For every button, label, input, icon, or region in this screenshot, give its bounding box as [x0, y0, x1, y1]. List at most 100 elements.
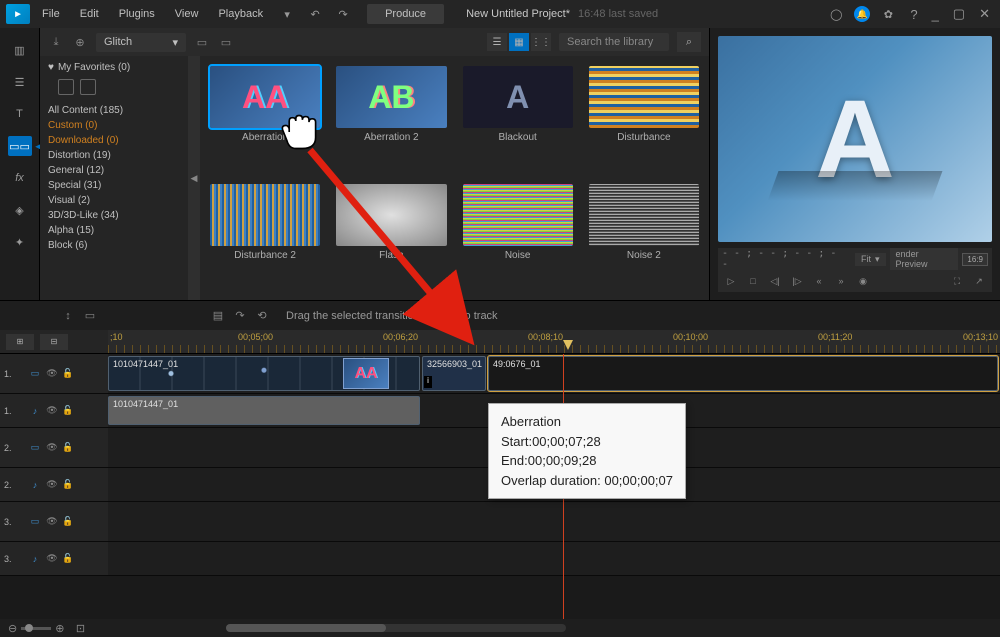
- zoom-dropdown[interactable]: Fit▾: [855, 253, 886, 266]
- cat-visual[interactable]: Visual (2): [48, 193, 180, 208]
- thumb-disturbance[interactable]: Disturbance: [589, 66, 699, 172]
- tool-transition[interactable]: ▭▭: [8, 136, 32, 156]
- zoom-in-icon[interactable]: ⊕: [55, 622, 64, 635]
- menu-view[interactable]: View: [167, 4, 207, 24]
- track-visible-toggle[interactable]: 👁: [46, 553, 58, 565]
- minimize-icon[interactable]: _: [928, 5, 943, 24]
- tag-add-icon[interactable]: [80, 79, 96, 95]
- track-lock-toggle[interactable]: 🔓: [62, 442, 74, 454]
- tool-overlay[interactable]: ◈: [8, 200, 32, 220]
- track-visible-toggle[interactable]: 👁: [46, 368, 58, 380]
- project-title: New Untitled Project*: [466, 8, 570, 20]
- audio-track-icon: ♪: [28, 553, 42, 565]
- transition-tooltip: Aberration Start:00;00;07;28 End:00;00;0…: [488, 403, 686, 499]
- track-head-a2: 2.♪👁🔓: [0, 468, 108, 501]
- view-list-icon[interactable]: ☰: [487, 33, 507, 51]
- menu-playback[interactable]: Playback: [210, 4, 271, 24]
- produce-button[interactable]: Produce: [367, 4, 444, 24]
- tool-text[interactable]: T: [8, 104, 32, 124]
- sidebar-collapse[interactable]: ◀: [188, 56, 200, 300]
- track-body-a3[interactable]: [108, 542, 1000, 575]
- cat-downloaded[interactable]: Downloaded (0): [48, 133, 180, 148]
- prev-frame-icon[interactable]: ◁|: [766, 274, 784, 288]
- zoom-out-icon[interactable]: ⊖: [8, 622, 17, 635]
- tool-fx[interactable]: fx: [8, 168, 32, 188]
- undo-icon[interactable]: ↶: [306, 5, 324, 23]
- timeline-scrollbar[interactable]: [226, 624, 566, 632]
- track-visible-toggle[interactable]: 👁: [46, 479, 58, 491]
- tool-media[interactable]: ▥: [8, 40, 32, 60]
- notification-icon[interactable]: 🔔: [854, 6, 870, 22]
- snapshot-icon[interactable]: ◉: [854, 274, 872, 288]
- audio-track-icon: ♪: [28, 479, 42, 491]
- tool-particle[interactable]: ✦: [8, 232, 32, 252]
- play-icon[interactable]: ▷: [722, 274, 740, 288]
- clip-v1c[interactable]: 49:0676_01: [488, 356, 998, 391]
- cat-general[interactable]: General (12): [48, 163, 180, 178]
- track-visible-toggle[interactable]: 👁: [46, 442, 58, 454]
- save-icon[interactable]: ▾: [278, 5, 296, 23]
- track-body-v1[interactable]: 1010471447_01 AA 32566903_01 49:0676_01 …: [108, 354, 1000, 393]
- cat-special[interactable]: Special (31): [48, 178, 180, 193]
- cat-all[interactable]: All Content (185): [48, 103, 180, 118]
- timeline-mode-1[interactable]: ⊞: [6, 334, 34, 350]
- timeline-mode-2[interactable]: ⊟: [40, 334, 68, 350]
- track-lock-toggle[interactable]: 🔓: [62, 405, 74, 417]
- info-marker[interactable]: i: [424, 376, 432, 388]
- clip-a1[interactable]: 1010471447_01: [108, 396, 420, 425]
- close-icon[interactable]: ✕: [975, 4, 994, 24]
- redo-icon[interactable]: ↷: [334, 5, 352, 23]
- search-input[interactable]: Search the library: [559, 33, 669, 51]
- view-dots-icon[interactable]: ⋮⋮: [531, 33, 551, 51]
- track-lock-toggle[interactable]: 🔓: [62, 516, 74, 528]
- maximize-icon[interactable]: ▢: [949, 4, 969, 24]
- fit-icon[interactable]: ⊡: [72, 620, 88, 636]
- search-icon[interactable]: ⌕: [677, 32, 701, 52]
- next-frame-icon[interactable]: |▷: [788, 274, 806, 288]
- transition-clip[interactable]: AA: [343, 358, 389, 389]
- favorites-header[interactable]: ♥ My Favorites (0): [48, 62, 180, 73]
- cat-alpha[interactable]: Alpha (15): [48, 223, 180, 238]
- user-icon[interactable]: ◯: [827, 5, 845, 23]
- cat-custom[interactable]: Custom (0): [48, 118, 180, 133]
- track-lock-toggle[interactable]: 🔓: [62, 553, 74, 565]
- hint-icon-2[interactable]: ▭: [82, 308, 98, 324]
- help-icon[interactable]: ?: [906, 5, 921, 24]
- forward-icon[interactable]: »: [832, 274, 850, 288]
- hint-icon-3[interactable]: ▤: [210, 308, 226, 324]
- tag-icon[interactable]: [58, 79, 74, 95]
- link-icon[interactable]: ⊕: [72, 34, 88, 50]
- track-head-v3: 3.▭👁🔓: [0, 502, 108, 541]
- stop-icon[interactable]: □: [744, 274, 762, 288]
- menu-file[interactable]: File: [34, 4, 68, 24]
- view-grid-icon[interactable]: ▦: [509, 33, 529, 51]
- quality-dropdown[interactable]: ender Preview: [890, 248, 959, 270]
- track-head-a3: 3.♪👁🔓: [0, 542, 108, 575]
- time-ruler[interactable]: ;10 00;05;00 00;06;20 00;08;10 00;10;00 …: [108, 330, 1000, 353]
- track-body-v3[interactable]: [108, 502, 1000, 541]
- settings-icon[interactable]: ✿: [879, 5, 897, 23]
- track-visible-toggle[interactable]: 👁: [46, 405, 58, 417]
- import-icon[interactable]: ⤓: [48, 34, 64, 50]
- menubar: ▶ File Edit Plugins View Playback ▾ ↶ ↷ …: [0, 0, 1000, 28]
- hint-icon-4[interactable]: ↷: [232, 308, 248, 324]
- rewind-icon[interactable]: «: [810, 274, 828, 288]
- category-dropdown[interactable]: Glitch ▾: [96, 33, 186, 52]
- new-folder-icon[interactable]: ▭: [194, 34, 210, 50]
- tool-title[interactable]: ☰: [8, 72, 32, 92]
- fullscreen-icon[interactable]: ⛶: [948, 274, 966, 288]
- cat-distortion[interactable]: Distortion (19): [48, 148, 180, 163]
- track-lock-toggle[interactable]: 🔓: [62, 368, 74, 380]
- popout-icon[interactable]: ↗: [970, 274, 988, 288]
- hint-icon-5[interactable]: ⟲: [254, 308, 270, 324]
- menu-edit[interactable]: Edit: [72, 4, 107, 24]
- track-head-a1: 1. ♪ 👁 🔓: [0, 394, 108, 427]
- menu-plugins[interactable]: Plugins: [111, 4, 163, 24]
- delete-icon[interactable]: ▭: [218, 34, 234, 50]
- thumb-noise2[interactable]: Noise 2: [589, 184, 699, 290]
- hint-icon-1[interactable]: ↕: [60, 308, 76, 324]
- cat-3d[interactable]: 3D/3D-Like (34): [48, 208, 180, 223]
- cat-block[interactable]: Block (6): [48, 238, 180, 253]
- track-lock-toggle[interactable]: 🔓: [62, 479, 74, 491]
- track-visible-toggle[interactable]: 👁: [46, 516, 58, 528]
